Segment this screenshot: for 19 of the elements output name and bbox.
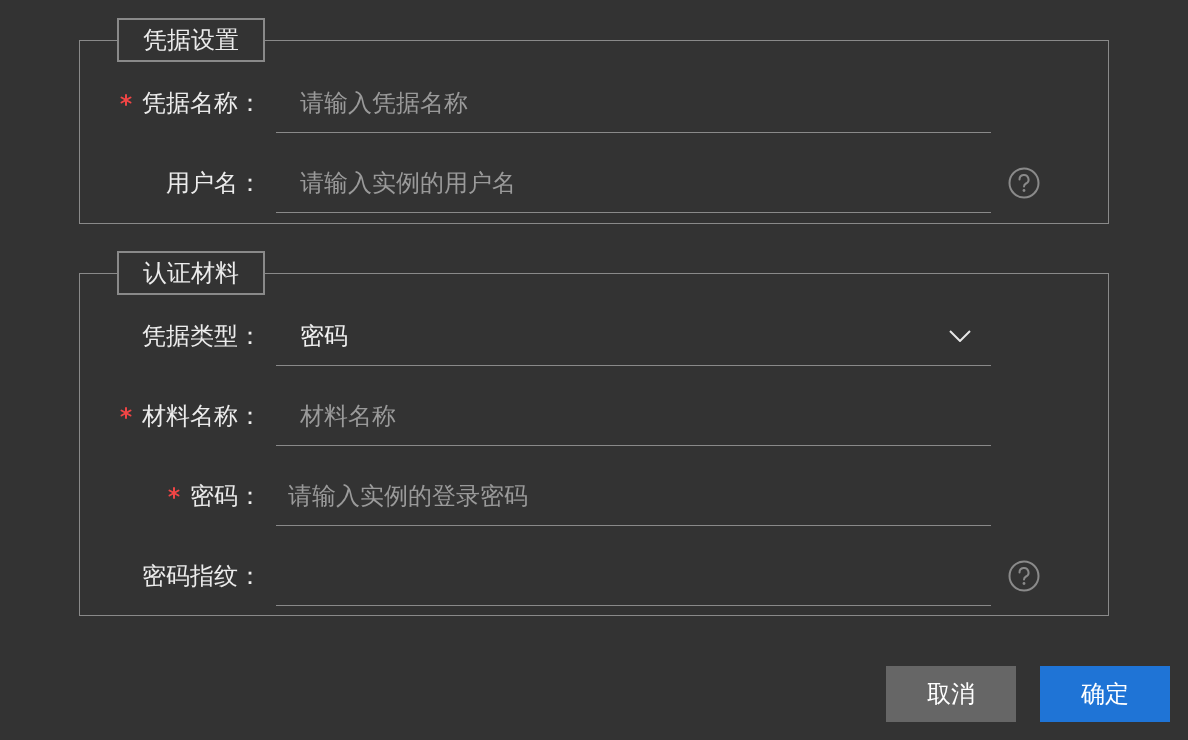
password-field[interactable]: 请输入实例的登录密码 <box>276 466 991 526</box>
select-value: 密码 <box>300 320 348 351</box>
section-title: 认证材料 <box>117 251 265 295</box>
help-icon[interactable] <box>1008 167 1040 199</box>
field-label: 材料名称： <box>142 401 262 431</box>
confirm-button[interactable]: 确定 <box>1040 666 1170 722</box>
field-label: 用户名： <box>166 168 262 198</box>
credential-type-select[interactable]: 密码 <box>276 306 991 366</box>
cancel-button[interactable]: 取消 <box>886 666 1016 722</box>
field-label: 密码： <box>190 481 262 511</box>
section-title: 凭据设置 <box>117 18 265 62</box>
field-label: 凭据类型： <box>142 321 262 351</box>
chevron-down-icon <box>949 329 971 342</box>
field-label: 密码指纹： <box>142 561 262 591</box>
input-field[interactable]: 请输入凭据名称 <box>276 73 991 133</box>
input-field[interactable]: 请输入实例的用户名 <box>276 153 991 213</box>
field-label: 凭据名称： <box>142 88 262 118</box>
help-icon[interactable] <box>1008 560 1040 592</box>
input-field[interactable]: 材料名称 <box>276 386 991 446</box>
